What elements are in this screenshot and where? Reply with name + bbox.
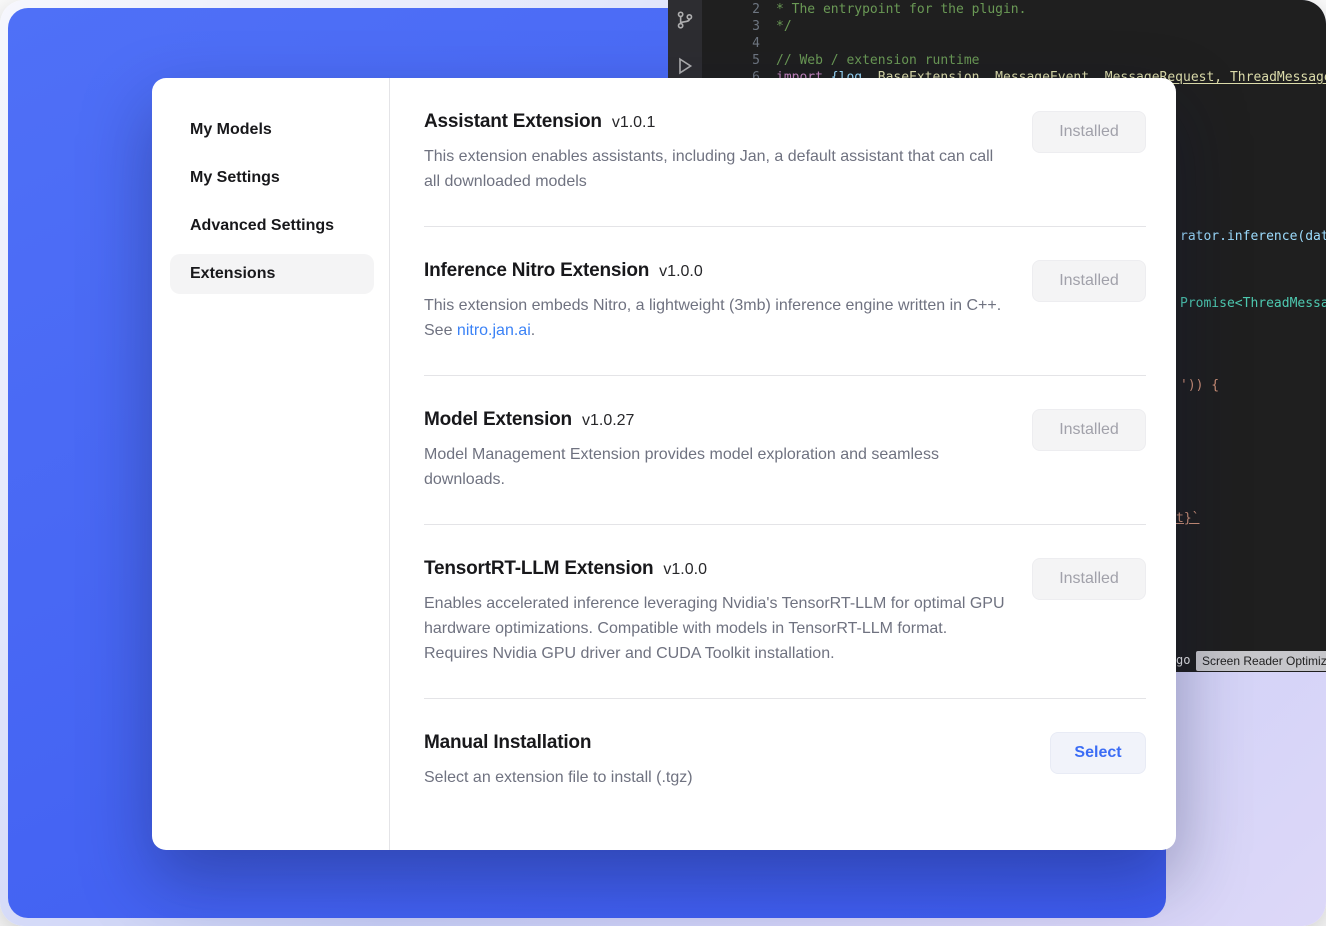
sidebar-item-my-settings[interactable]: My Settings bbox=[170, 158, 374, 198]
extension-version: v1.0.27 bbox=[582, 412, 634, 430]
sidebar-item-my-models[interactable]: My Models bbox=[170, 110, 374, 150]
extension-title-line: Manual Installation bbox=[424, 732, 693, 754]
extension-description: Model Management Extension provides mode… bbox=[424, 442, 1008, 492]
extension-title: TensortRT-LLM Extension bbox=[424, 558, 653, 580]
extension-title: Manual Installation bbox=[424, 732, 591, 754]
code-fragment: rator.inference(data)); bbox=[1180, 229, 1326, 244]
extension-info: Inference Nitro Extension v1.0.0 This ex… bbox=[424, 260, 1008, 343]
line-number: 4 bbox=[702, 35, 776, 52]
sidebar-item-advanced-settings[interactable]: Advanced Settings bbox=[170, 206, 374, 246]
extension-info: TensortRT-LLM Extension v1.0.0 Enables a… bbox=[424, 558, 1008, 666]
code-text: */ bbox=[776, 19, 792, 34]
code-line: 5// Web / extension runtime bbox=[702, 52, 1326, 69]
installed-button[interactable]: Installed bbox=[1032, 409, 1146, 451]
extension-title: Inference Nitro Extension bbox=[424, 260, 649, 282]
source-control-icon[interactable] bbox=[675, 10, 695, 30]
line-number: 2 bbox=[702, 1, 776, 18]
line-number: 5 bbox=[702, 52, 776, 69]
extension-info: Model Extension v1.0.27 Model Management… bbox=[424, 409, 1008, 492]
extension-version: v1.0.0 bbox=[663, 561, 707, 579]
extension-description: This extension enables assistants, inclu… bbox=[424, 144, 1008, 194]
editor-code-lines: 2* The entrypoint for the plugin. 3*/ 4 … bbox=[702, 1, 1326, 86]
extension-info: Assistant Extension v1.0.1 This extensio… bbox=[424, 111, 1008, 194]
extension-row-assistant: Assistant Extension v1.0.1 This extensio… bbox=[424, 78, 1146, 226]
installed-button[interactable]: Installed bbox=[1032, 558, 1146, 600]
code-fragment: t}` bbox=[1176, 511, 1199, 526]
description-text: . bbox=[531, 322, 535, 339]
settings-modal: My Models My Settings Advanced Settings … bbox=[152, 78, 1176, 850]
code-fragment: Promise<ThreadMessage> bbox=[1180, 296, 1326, 311]
extension-description: Enables accelerated inference leveraging… bbox=[424, 591, 1008, 666]
code-text: // Web / extension runtime bbox=[776, 53, 980, 68]
extension-row-tensorrt-llm: TensortRT-LLM Extension v1.0.0 Enables a… bbox=[424, 525, 1146, 698]
extension-title-line: Assistant Extension v1.0.1 bbox=[424, 111, 1008, 133]
status-bar-text: go bbox=[1176, 653, 1190, 667]
run-debug-icon[interactable] bbox=[675, 56, 695, 76]
line-number: 3 bbox=[702, 18, 776, 35]
extension-title: Model Extension bbox=[424, 409, 572, 431]
installed-button[interactable]: Installed bbox=[1032, 260, 1146, 302]
settings-sidebar: My Models My Settings Advanced Settings … bbox=[152, 78, 390, 850]
installed-button[interactable]: Installed bbox=[1032, 111, 1146, 153]
code-text: * The entrypoint for the plugin. bbox=[776, 2, 1026, 17]
extensions-content: Assistant Extension v1.0.1 This extensio… bbox=[390, 78, 1176, 850]
nitro-jan-ai-link[interactable]: nitro.jan.ai bbox=[457, 322, 531, 339]
code-line: 4 bbox=[702, 35, 1326, 52]
extension-row-manual-installation: Manual Installation Select an extension … bbox=[424, 699, 1146, 822]
extension-title-line: TensortRT-LLM Extension v1.0.0 bbox=[424, 558, 1008, 580]
sidebar-item-extensions[interactable]: Extensions bbox=[170, 254, 374, 294]
screenshot-canvas: 2* The entrypoint for the plugin. 3*/ 4 … bbox=[0, 0, 1326, 926]
code-line: 3*/ bbox=[702, 18, 1326, 35]
extension-row-inference-nitro: Inference Nitro Extension v1.0.0 This ex… bbox=[424, 227, 1146, 375]
code-line: 2* The entrypoint for the plugin. bbox=[702, 1, 1326, 18]
extension-description: Select an extension file to install (.tg… bbox=[424, 765, 693, 790]
code-fragment: ')) { bbox=[1180, 378, 1219, 393]
extension-info: Manual Installation Select an extension … bbox=[424, 732, 693, 790]
extension-description: This extension embeds Nitro, a lightweig… bbox=[424, 293, 1008, 343]
select-button[interactable]: Select bbox=[1050, 732, 1146, 774]
screen-reader-badge: Screen Reader Optimize bbox=[1196, 651, 1326, 671]
extension-title: Assistant Extension bbox=[424, 111, 602, 133]
extension-version: v1.0.0 bbox=[659, 263, 703, 281]
extension-title-line: Model Extension v1.0.27 bbox=[424, 409, 1008, 431]
extension-row-model: Model Extension v1.0.27 Model Management… bbox=[424, 376, 1146, 524]
extension-version: v1.0.1 bbox=[612, 114, 656, 132]
extension-title-line: Inference Nitro Extension v1.0.0 bbox=[424, 260, 1008, 282]
